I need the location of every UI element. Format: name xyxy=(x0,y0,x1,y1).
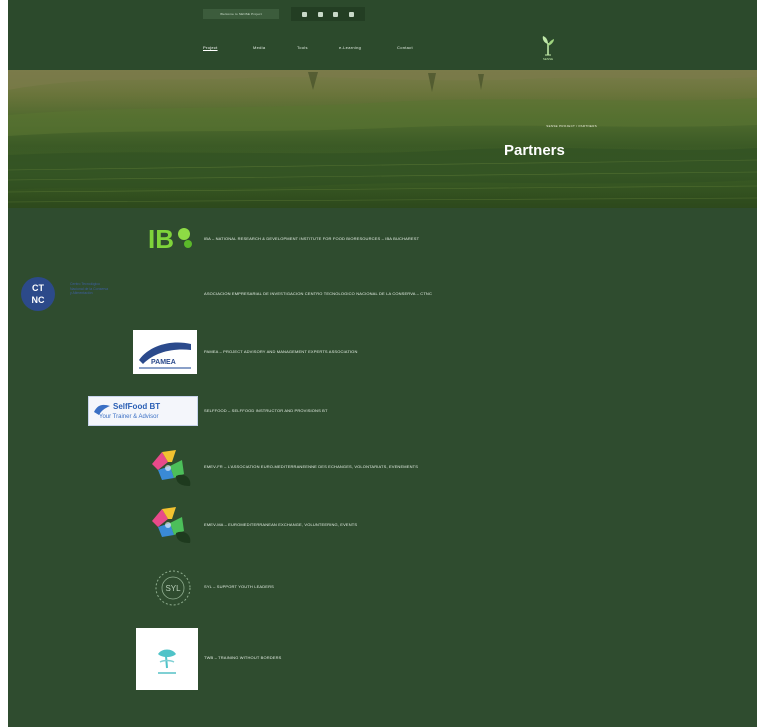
breadcrumb: SENSE PROJECT / PARTNERS xyxy=(546,124,597,128)
syl-logo: SYL xyxy=(155,570,191,606)
page-frame: Welcome to SENSE Project Project Media T… xyxy=(8,0,757,727)
main-nav: Project Media Tools e-Learning Contact S… xyxy=(8,28,757,70)
ctnc-logo: CT NC xyxy=(21,277,55,311)
pamea-logo: PAMEA xyxy=(133,330,197,374)
svg-text:PAMEA: PAMEA xyxy=(151,359,176,366)
nav-item-media[interactable]: Media xyxy=(253,45,265,50)
ctnc-logo-text: Centro Tecnológico Nacional de la Conser… xyxy=(70,282,109,295)
facebook-icon[interactable] xyxy=(301,11,307,17)
nav-item-elearning[interactable]: e-Learning xyxy=(339,45,361,50)
emev-ma-logo xyxy=(152,507,191,543)
instagram-icon[interactable] xyxy=(333,11,339,17)
welcome-text: Welcome to SENSE Project xyxy=(203,9,279,19)
partner-name: ASOCIACION EMPRESARIAL DE INVESTIGACION … xyxy=(204,291,432,296)
iba-logo: IB xyxy=(144,222,196,254)
sense-logo[interactable]: SENSE xyxy=(535,34,561,64)
hero-banner: SENSE PROJECT / PARTNERS Partners xyxy=(8,70,757,208)
partner-name: SYL – SUPPORT YOUTH LEADERS xyxy=(204,584,274,589)
sprout-icon xyxy=(542,36,554,56)
partner-name: IBA – NATIONAL RESEARCH & DEVELOPMENT IN… xyxy=(204,236,420,241)
twb-logo xyxy=(136,628,198,690)
page-title: Partners xyxy=(504,142,565,159)
nav-item-contact[interactable]: Contact xyxy=(397,45,413,50)
nav-item-tools[interactable]: Tools xyxy=(297,45,308,50)
svg-text:SYL: SYL xyxy=(165,584,181,593)
svg-text:NC: NC xyxy=(32,295,45,305)
partner-name: SELFFOOD – SELFFOOD INSTRUCTOR AND PROVI… xyxy=(204,408,328,413)
logo-text: SENSE xyxy=(542,57,554,61)
field-background-image xyxy=(8,70,757,203)
nav-item-project[interactable]: Project xyxy=(203,45,218,50)
partner-name: EMEV-MA – EUROMEDITERRANEAN EXCHANGE, VO… xyxy=(204,522,358,527)
svg-text:IB: IB xyxy=(148,224,174,254)
twitter-icon[interactable] xyxy=(317,11,323,17)
top-bar: Welcome to SENSE Project xyxy=(8,0,757,28)
youtube-icon[interactable] xyxy=(349,11,355,17)
selffood-logo: SelfFood BT Your Trainer & Advisor xyxy=(88,396,198,426)
partner-name: EMEV-FR – L’ASSOCIATION EURO-MEDITERRANE… xyxy=(204,464,419,469)
partner-name: TWB – TRAINING WITHOUT BORDERS xyxy=(204,655,282,660)
emev-fr-logo xyxy=(152,450,191,486)
social-links xyxy=(291,7,365,21)
partner-name: PAMEA – PROJECT ADVISORY AND MANAGEMENT … xyxy=(204,349,358,354)
svg-text:CT: CT xyxy=(32,283,44,293)
